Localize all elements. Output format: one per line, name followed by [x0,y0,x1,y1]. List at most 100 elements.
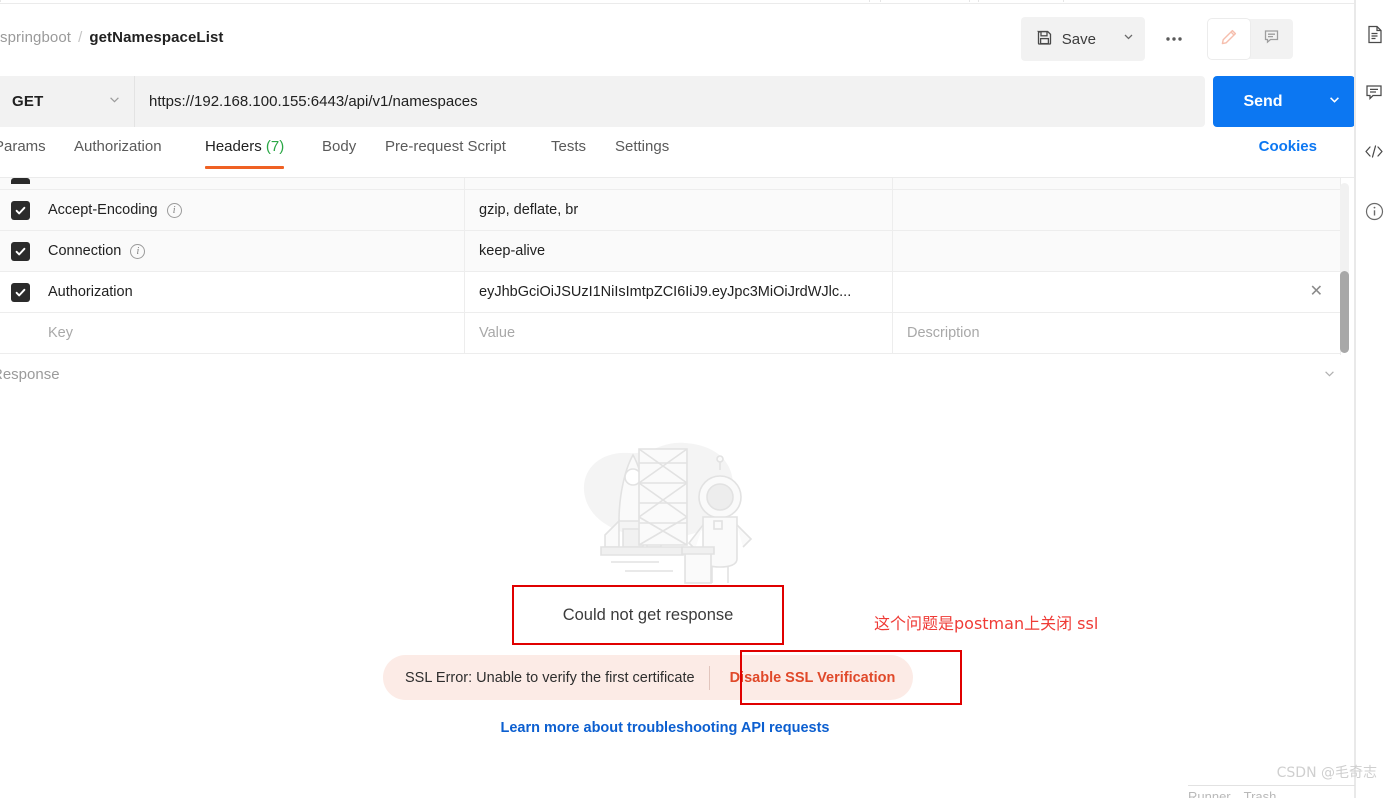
info-icon [1365,202,1384,226]
tab-label: Params [0,138,46,155]
value-cell[interactable]: eyJhbGciOiJSUzI1NiIsImtpZCI6IiJ9.eyJpc3M… [465,272,893,312]
tab-label: Settings [615,138,670,155]
send-options-button[interactable] [1313,76,1355,127]
pencil-icon [1220,28,1238,51]
row-checkbox-cell [0,241,40,261]
right-rail [1355,0,1391,798]
tab-authorization[interactable]: Authorization [74,138,162,155]
key-text: Accept-Encoding [48,202,158,218]
breadcrumb-collection[interactable]: springboot [0,29,71,46]
checkbox[interactable] [10,177,30,184]
key-text: Authorization [48,284,133,300]
save-button-label: Save [1061,30,1096,48]
rail-info-button[interactable] [1356,197,1391,231]
key-cell[interactable]: Authorization [40,272,465,312]
tab-label: Pre-request Script [385,138,506,155]
breadcrumb-request-name[interactable]: getNamespaceList [89,29,223,46]
url-input[interactable]: https://192.168.100.155:6443/api/v1/name… [135,76,1205,127]
tab-pre-request-script[interactable]: Pre-request Script [385,138,506,155]
key-cell[interactable]: Connection i [40,231,465,271]
annotation-box-disable-ssl [740,650,962,705]
value-cell[interactable]: gzip, deflate, br [465,190,893,230]
cookies-link[interactable]: Cookies [1259,138,1317,155]
tab-label: Body [322,138,357,155]
watermark: CSDN @毛奇志 [1276,765,1377,781]
status-trash[interactable]: Trash [1244,789,1277,798]
ssl-error-message: SSL Error: Unable to verify the first ce… [405,669,695,686]
breadcrumb-separator: / [78,29,83,46]
active-tab-underline [205,166,285,169]
value-cell[interactable]: keep-alive [465,231,893,271]
tab-tests[interactable]: Tests [551,138,586,155]
request-tab-stub-2[interactable] [880,0,970,2]
comments-button[interactable] [1250,19,1292,59]
request-tab-stub-1[interactable] [0,0,870,2]
key-cell[interactable]: Accept-Encoding i [40,190,465,230]
checkbox[interactable] [10,282,30,302]
tab-headers[interactable]: Headers (7) [205,138,285,169]
breadcrumb-bar: springboot / getNamespaceList Save [0,4,1355,69]
save-button[interactable]: Save [1020,17,1112,61]
document-icon [1366,25,1383,49]
breadcrumb: springboot / getNamespaceList [0,29,224,46]
response-label: Response [0,366,60,383]
tab-count: (7) [265,138,285,155]
comment-icon [1263,28,1280,50]
learn-more-link[interactable]: Learn more about troubleshooting API req… [0,720,1330,736]
save-options-button[interactable] [1112,17,1145,61]
chevron-down-icon [107,92,122,112]
tab-body[interactable]: Body [322,138,356,155]
rail-comments-button[interactable] [1356,78,1391,112]
request-tabs: Params Authorization Headers (7) Body Pr… [0,138,1355,178]
row-checkbox-cell [0,177,40,190]
value-cell [465,177,893,190]
new-key-input[interactable]: Key [40,313,465,353]
more-actions-button[interactable] [1158,25,1190,53]
response-error-title: Could not get response [562,605,734,624]
table-row-new: Key Value Description [0,313,1340,354]
info-icon[interactable]: i [130,243,146,259]
request-tab-stub-3[interactable] [978,0,1064,2]
table-row: Connection i keep-alive [0,231,1340,272]
headers-table-scrollbar[interactable] [1340,183,1349,353]
postman-window: springboot / getNamespaceList Save GET h… [0,0,1391,798]
send-button[interactable]: Send [1213,76,1313,127]
tab-label: Headers [205,138,262,155]
close-icon[interactable]: ✕ [1310,284,1323,300]
table-row-partial [0,177,1340,190]
view-toggle-group [1208,19,1293,59]
new-description-input[interactable]: Description [893,313,1340,353]
info-icon[interactable]: i [166,202,182,218]
annotation-note: 这个问题是postman上关闭 ssl [874,614,1099,633]
checkbox[interactable] [10,241,30,261]
response-section-header: Response [0,358,1355,394]
rail-documentation-button[interactable] [1356,20,1391,54]
chevron-down-icon [1122,30,1135,48]
table-row: Authorization eyJhbGciOiJSUzI1NiIsImtpZC… [0,272,1340,313]
tab-settings[interactable]: Settings [615,138,669,155]
scrollbar-thumb[interactable] [1340,271,1349,353]
edit-mode-button[interactable] [1208,19,1250,59]
checkbox[interactable] [10,200,30,220]
chevron-down-icon [1327,92,1342,112]
description-cell[interactable] [893,231,1340,271]
tab-params[interactable]: Params [0,138,46,155]
description-cell[interactable] [893,190,1340,230]
chevron-down-icon[interactable] [1322,366,1337,386]
comment-icon [1365,84,1383,106]
table-row: Accept-Encoding i gzip, deflate, br [0,190,1340,231]
status-bar: Runner Trash [1188,786,1355,798]
description-cell[interactable]: ✕ [893,272,1340,312]
rail-code-button[interactable] [1356,137,1391,171]
key-cell [40,177,465,190]
tab-label: Tests [551,138,587,155]
ellipsis-icon [1164,33,1184,45]
key-text: Connection [48,243,122,259]
new-value-input[interactable]: Value [465,313,893,353]
http-method-select[interactable]: GET [0,76,135,127]
status-runner[interactable]: Runner [1188,789,1231,798]
code-icon [1364,144,1384,164]
http-method-label: GET [12,93,44,110]
headers-table: Accept-Encoding i gzip, deflate, br Conn… [0,177,1340,354]
description-cell [893,178,1340,190]
